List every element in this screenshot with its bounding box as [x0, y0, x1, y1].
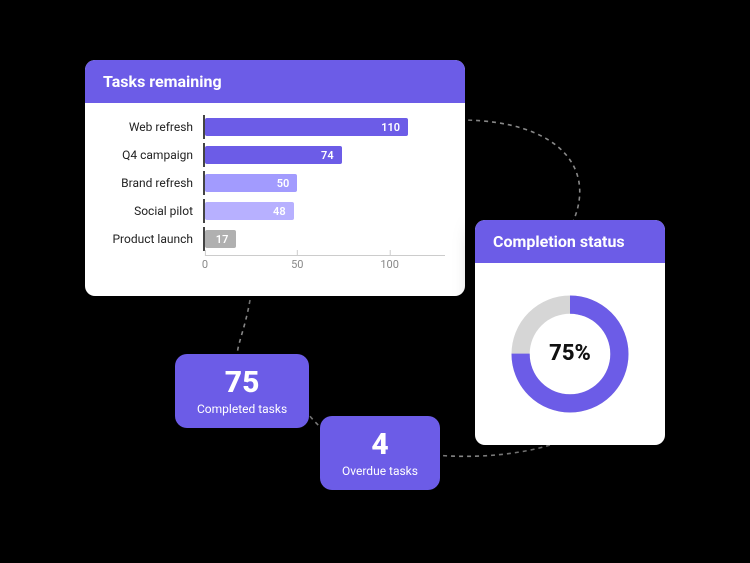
bar: 48 — [205, 202, 294, 220]
bar: 74 — [205, 146, 342, 164]
overdue-tasks-label: Overdue tasks — [342, 464, 418, 478]
bar-category-label: Q4 campaign — [105, 148, 203, 162]
bar-row: Social pilot48 — [105, 199, 445, 223]
bar-row: Web refresh110 — [105, 115, 445, 139]
bar: 50 — [205, 174, 297, 192]
tasks-remaining-card: Tasks remaining Web refresh110Q4 campaig… — [85, 60, 465, 296]
tasks-remaining-title: Tasks remaining — [85, 60, 465, 103]
axis-tick: 50 — [291, 252, 303, 271]
bar: 110 — [205, 118, 408, 136]
bar-category-label: Product launch — [105, 232, 203, 246]
completion-donut: 75% — [505, 289, 635, 419]
bar-category-label: Web refresh — [105, 120, 203, 134]
axis-tick: 100 — [380, 252, 399, 271]
completion-percent-label: 75% — [505, 289, 635, 419]
overdue-tasks-value: 4 — [342, 430, 418, 460]
completed-tasks-value: 75 — [197, 368, 287, 398]
bar-row: Q4 campaign74 — [105, 143, 445, 167]
completed-tasks-chip: 75 Completed tasks — [175, 354, 309, 428]
overdue-tasks-chip: 4 Overdue tasks — [320, 416, 440, 490]
completed-tasks-label: Completed tasks — [197, 402, 287, 416]
completion-status-title: Completion status — [475, 220, 665, 263]
bar-category-label: Social pilot — [105, 204, 203, 218]
bar-category-label: Brand refresh — [105, 176, 203, 190]
bar-row: Product launch17 — [105, 227, 445, 251]
axis-tick: 0 — [202, 252, 208, 271]
bar-row: Brand refresh50 — [105, 171, 445, 195]
tasks-remaining-chart: Web refresh110Q4 campaign74Brand refresh… — [85, 103, 465, 291]
completion-status-card: Completion status 75% — [475, 220, 665, 445]
bar: 17 — [205, 230, 236, 248]
